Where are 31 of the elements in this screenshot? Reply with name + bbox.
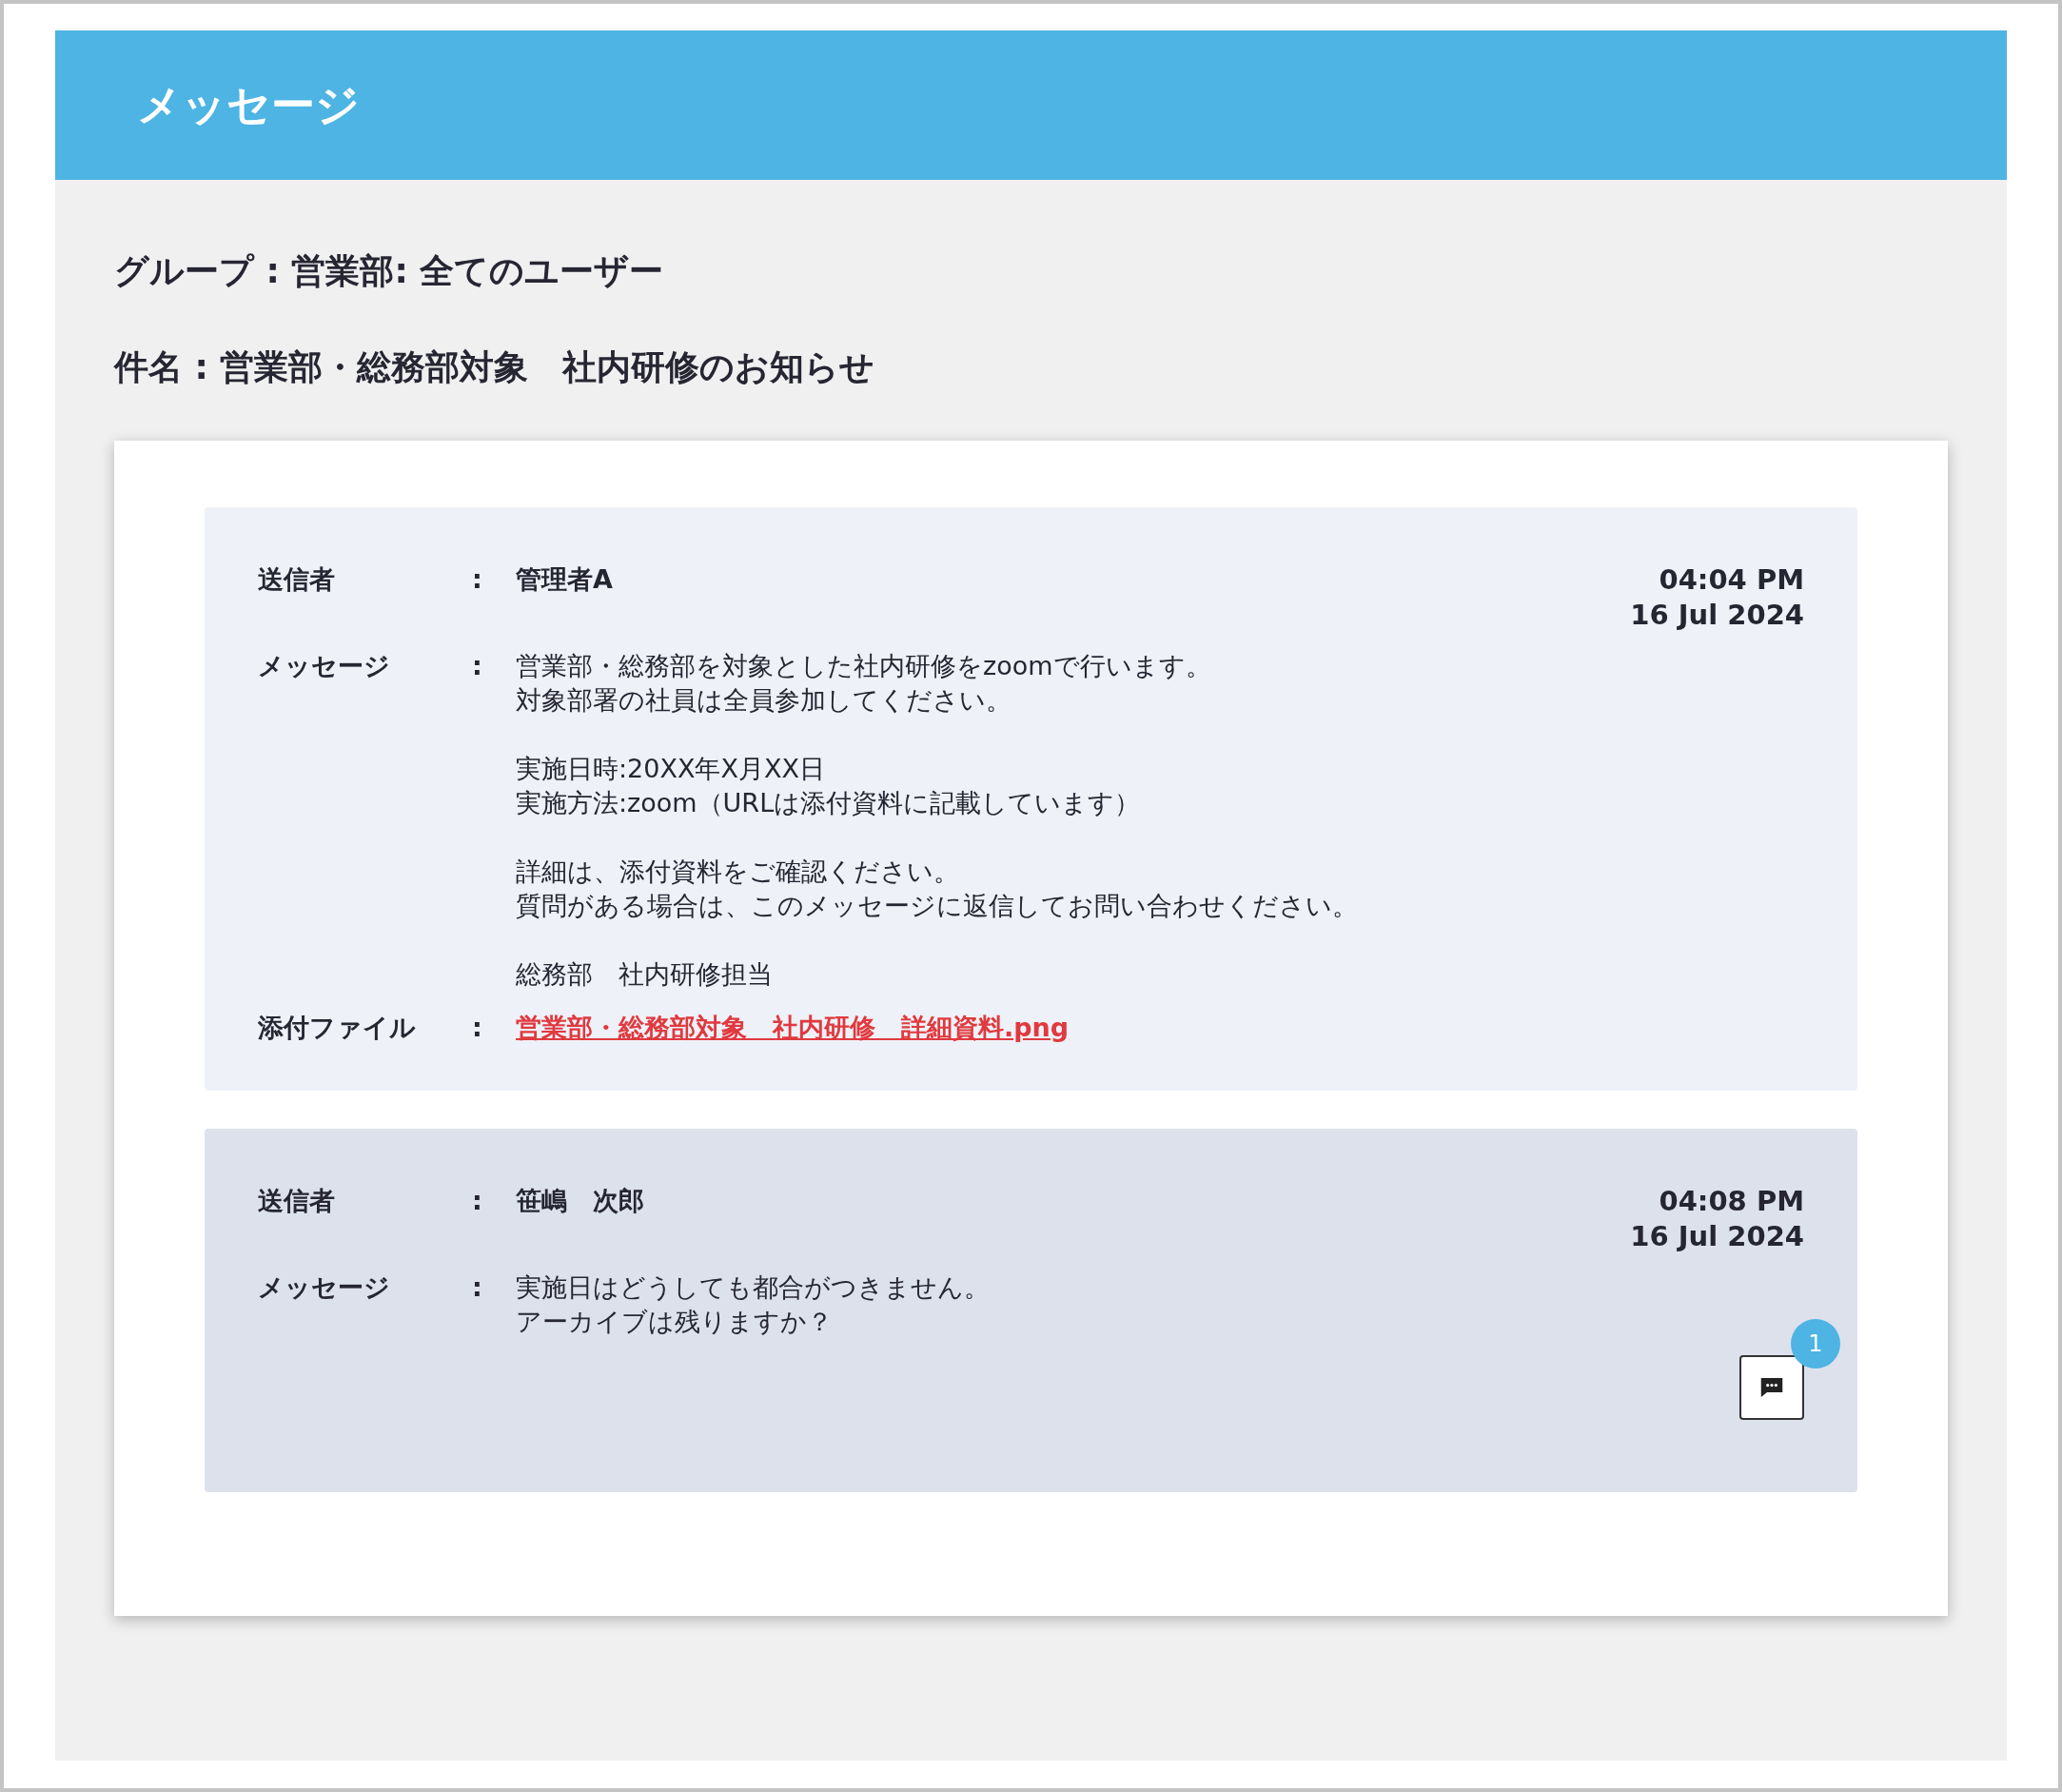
- sender-name: 管理者A: [516, 563, 613, 596]
- message-line: 総務部 社内研修担当: [516, 958, 773, 991]
- colon: :: [472, 563, 483, 596]
- field-label: 添付ファイル: [258, 1012, 417, 1044]
- page-title: メッセージ: [137, 77, 360, 132]
- field-label: メッセージ: [258, 1271, 391, 1304]
- field-label: 送信者: [258, 1185, 336, 1217]
- message-line: 実施方法:zoom（URLは添付資料に記載しています）: [516, 787, 1141, 819]
- message-line: 詳細は、添付資料をご確認ください。: [516, 856, 959, 888]
- message-line: 質問がある場合は、このメッセージに返信してお問い合わせください。: [516, 890, 1358, 922]
- sender-name: 笹嶋 次郎: [516, 1185, 644, 1217]
- message-date: 16 Jul 2024: [1630, 598, 1804, 633]
- colon: :: [472, 650, 483, 682]
- group-heading: グループ : 営業部: 全てのユーザー: [114, 250, 665, 292]
- message-line: 営業部・総務部を対象とした社内研修をzoomで行います。: [516, 650, 1211, 682]
- message-date: 16 Jul 2024: [1630, 1219, 1804, 1254]
- field-label: メッセージ: [258, 650, 391, 682]
- message-line: 実施日時:20XX年X月XX日: [516, 753, 825, 785]
- message-line: アーカイブは残りますか？: [516, 1306, 833, 1338]
- colon: :: [472, 1185, 483, 1217]
- message-line: 対象部署の社員は全員参加してください。: [516, 684, 1011, 717]
- colon: :: [472, 1271, 483, 1304]
- message-time: 04:08 PM: [1659, 1184, 1804, 1219]
- attachment-link[interactable]: 営業部・総務部対象 社内研修 詳細資料.png: [516, 1011, 1070, 1045]
- reply-button[interactable]: [1739, 1355, 1804, 1420]
- subject-heading: 件名 : 営業部・総務部対象 社内研修のお知らせ: [114, 346, 876, 388]
- colon: :: [472, 1012, 483, 1044]
- field-label: 送信者: [258, 563, 336, 596]
- message-time: 04:04 PM: [1659, 562, 1804, 598]
- message-line: 実施日はどうしても都合がつきません。: [516, 1271, 990, 1304]
- reply-count-badge: 1: [1791, 1319, 1840, 1369]
